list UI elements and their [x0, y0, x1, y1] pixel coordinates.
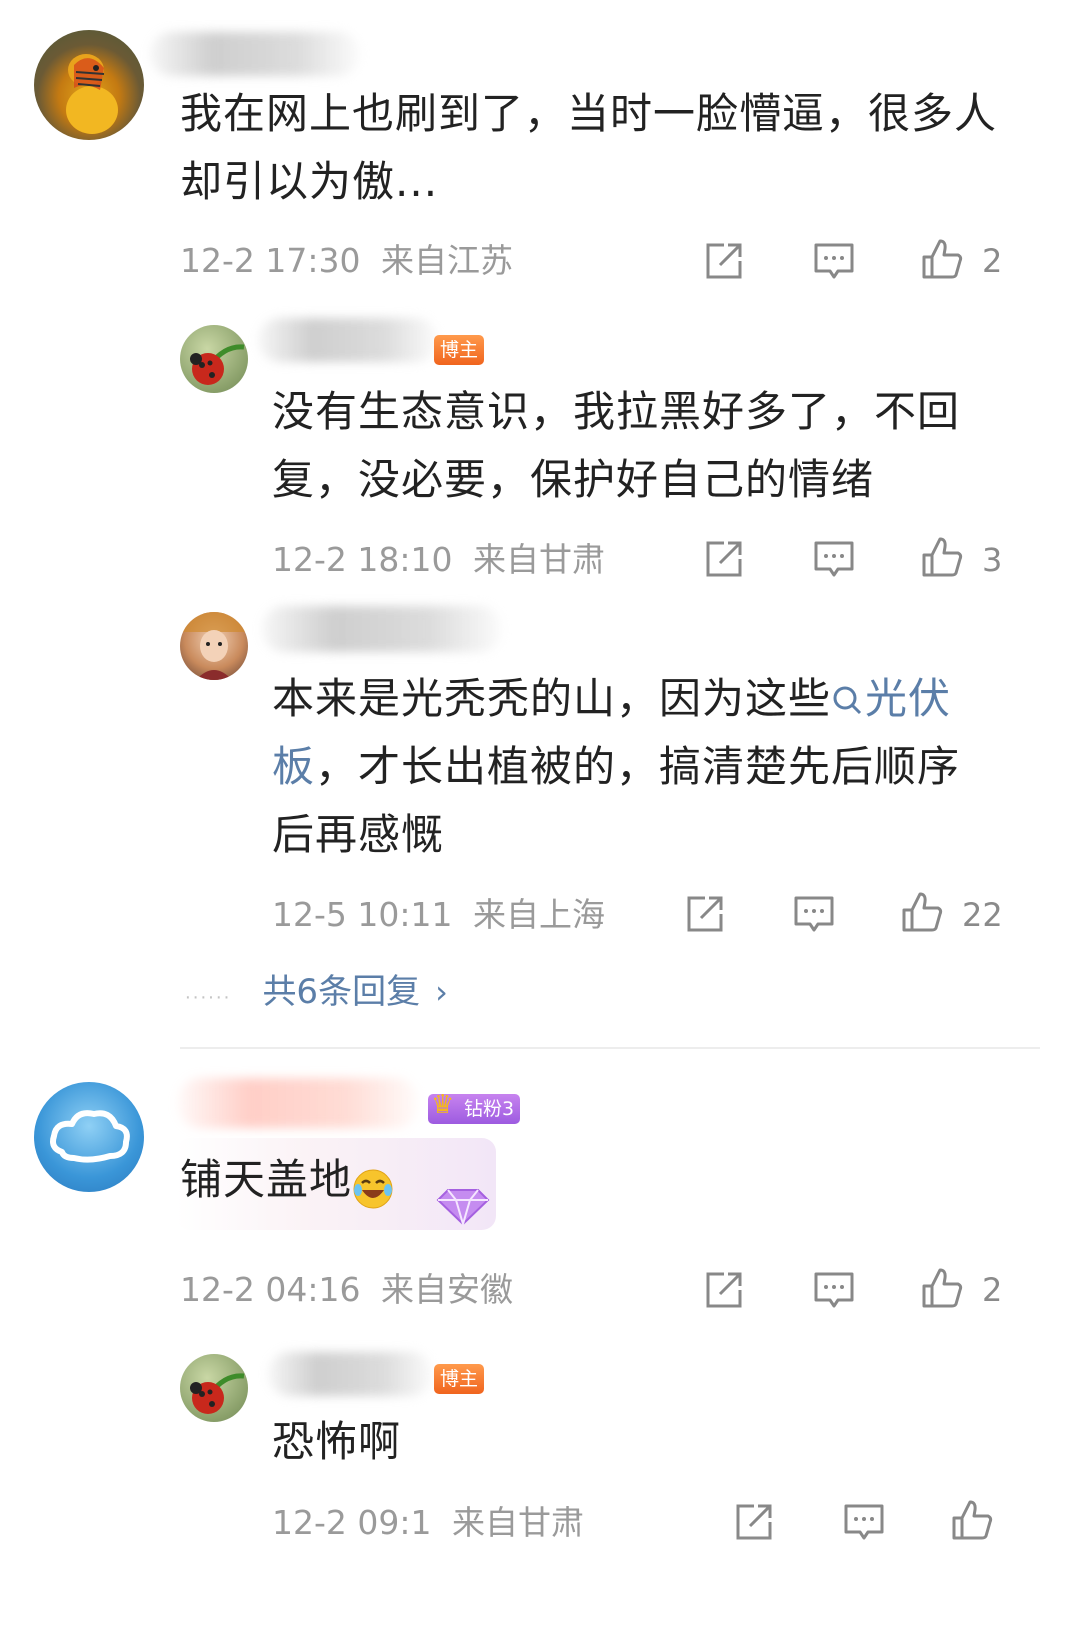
reply-time: 12-5 10:11	[272, 895, 453, 934]
bottom-fade	[0, 1536, 1080, 1632]
chevron-right-icon: ›	[435, 973, 448, 1011]
blogger-avatar[interactable]	[180, 325, 248, 393]
search-icon	[833, 686, 862, 715]
reply-icon[interactable]	[812, 239, 856, 283]
more-replies-dots: ······	[185, 987, 232, 1009]
comment-divider	[180, 1047, 1040, 1049]
blogger-badge: 博主	[434, 1364, 485, 1394]
user-avatar[interactable]	[34, 30, 144, 140]
reply-location: 来自上海	[473, 895, 605, 934]
topic-link-text-a: 光伏	[865, 674, 952, 723]
comment-location: 来自江苏	[381, 241, 513, 280]
topic-link-text-b: 板	[272, 742, 316, 791]
reply-icon[interactable]	[812, 1268, 856, 1312]
reply-text: 恐怖啊	[272, 1417, 402, 1466]
username-blurred[interactable]	[268, 1352, 433, 1396]
like-icon[interactable]	[900, 890, 944, 934]
share-icon[interactable]	[702, 239, 746, 283]
like-count: 2	[982, 1271, 1003, 1309]
like-count: 2	[982, 242, 1003, 280]
user-avatar[interactable]	[180, 612, 248, 680]
reply-icon[interactable]	[792, 892, 836, 936]
reply-location: 来自甘肃	[473, 540, 605, 579]
comment-time: 12-2 04:16	[180, 1270, 361, 1309]
like-icon[interactable]	[920, 237, 964, 281]
comment-location: 来自安徽	[381, 1270, 513, 1309]
diamond-icon	[432, 1172, 494, 1230]
comment-time: 12-2 17:30	[180, 241, 361, 280]
reply-meta: 12-2 18:10 来自甘肃	[272, 540, 605, 580]
like-icon[interactable]	[920, 535, 964, 579]
ladybug-image	[190, 1373, 245, 1414]
like-icon[interactable]	[920, 1266, 964, 1310]
share-icon[interactable]	[702, 1268, 746, 1312]
ladybug-image	[190, 344, 245, 385]
username-blurred[interactable]	[262, 606, 502, 652]
blogger-avatar[interactable]	[180, 1354, 248, 1422]
fan-badge: ♛ 钻粉3	[428, 1090, 521, 1124]
crying-laughing-emoji-icon	[352, 1162, 394, 1208]
comment-text: 铺天盖地	[180, 1155, 353, 1204]
comment-text-row: 铺天盖地	[180, 1146, 394, 1214]
user-avatar[interactable]	[34, 1082, 144, 1192]
blogger-badge: 博主	[434, 335, 485, 365]
fan-badge-label: 钻粉3	[464, 1098, 515, 1120]
username-blurred[interactable]	[258, 318, 438, 362]
comment-meta: 12-2 04:16 来自安徽	[180, 1270, 513, 1310]
reply-meta: 12-5 10:11 来自上海	[272, 895, 605, 935]
more-replies-row[interactable]: ······ 共6条回复 ›	[185, 970, 448, 1014]
username-blurred[interactable]	[178, 1078, 418, 1128]
golden-pheasant-image	[66, 54, 118, 134]
share-icon[interactable]	[702, 537, 746, 581]
more-replies-link[interactable]: 共6条回复	[262, 972, 420, 1012]
reply-text-after: ，才长出植被的，搞清楚先后顺序后再感慨	[272, 742, 961, 859]
crown-icon: ♛	[431, 1090, 455, 1120]
reply-text: 没有生态意识，我拉黑好多了，不回复，没必要，保护好自己的情绪	[272, 387, 961, 504]
cloud-image	[50, 1110, 130, 1163]
like-count: 22	[962, 896, 1003, 934]
comment-text: 我在网上也刷到了，当时一脸懵逼，很多人却引以为傲...	[180, 89, 998, 206]
like-count: 3	[982, 541, 1003, 579]
reply-icon[interactable]	[812, 537, 856, 581]
share-icon[interactable]	[683, 892, 727, 936]
username-blurred[interactable]	[150, 32, 360, 76]
reply-text-before: 本来是光秃秃的山，因为这些	[272, 674, 832, 723]
reply-text-block: 本来是光秃秃的山，因为这些 光伏板，才长出植被的，搞清楚先后顺序后再感慨	[272, 665, 992, 869]
comment-meta: 12-2 17:30 来自江苏	[180, 241, 513, 281]
character-portrait-image	[180, 612, 248, 680]
reply-time: 12-2 18:10	[272, 540, 453, 579]
